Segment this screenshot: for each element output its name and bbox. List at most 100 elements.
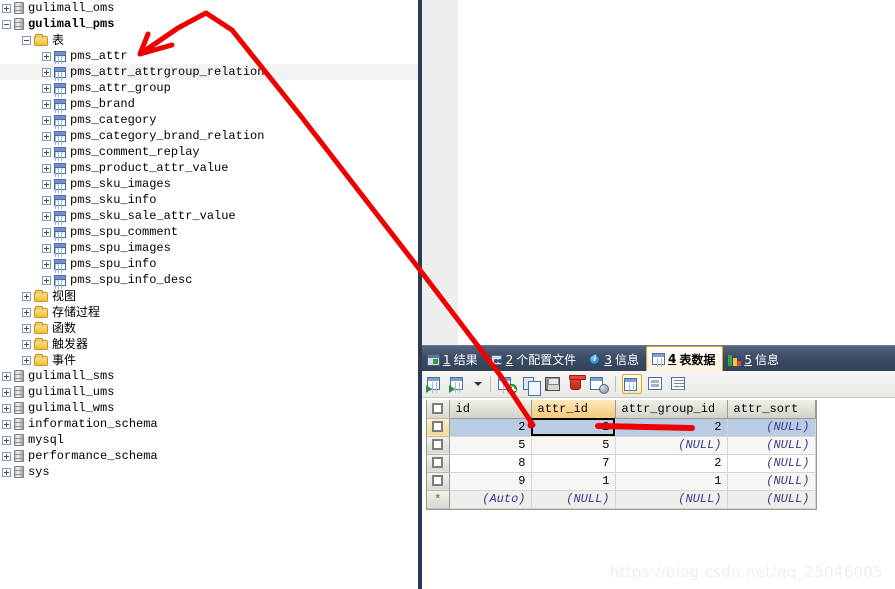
expand-icon[interactable] [2,403,11,413]
expand-icon[interactable] [42,259,51,269]
expand-icon[interactable] [22,323,31,333]
apply-changes-button[interactable] [426,374,446,394]
tree-node[interactable]: pms_spu_comment [0,224,418,240]
result-tab-5[interactable]: 5 信息 [723,348,786,371]
row-selector[interactable] [427,454,450,473]
discard-changes-button[interactable] [589,374,609,394]
table-row[interactable]: * (Auto) (NULL) (NULL) (NULL) [427,490,816,509]
column-header-attr_id[interactable]: attr_id [531,400,616,419]
expand-icon[interactable] [2,451,11,461]
cell-attr_group_id[interactable]: (NULL) [615,436,728,455]
tree-node[interactable]: gulimall_sms [0,368,418,384]
expand-icon[interactable] [42,163,51,173]
cell-attr_sort[interactable]: (NULL) [727,472,816,491]
form-view-button[interactable] [645,374,665,394]
tree-node[interactable]: gulimall_pms [0,16,418,32]
tree-node[interactable]: 函数 [0,320,418,336]
row-selector[interactable] [427,472,450,491]
tree-node[interactable]: 事件 [0,352,418,368]
tree-node[interactable]: 表 [0,32,418,48]
cell-id[interactable]: 5 [449,436,532,455]
save-record-button[interactable] [543,374,563,394]
tree-node[interactable]: pms_spu_info_desc [0,272,418,288]
cell-attr_id[interactable]: (NULL) [531,490,616,509]
tree-node[interactable]: pms_product_attr_value [0,160,418,176]
table-row[interactable]: 2 2 2 (NULL) [427,418,816,437]
cell-id[interactable]: 2 [449,418,532,437]
tree-node[interactable]: pms_sku_images [0,176,418,192]
tree-node[interactable]: pms_attr_group [0,80,418,96]
select-all-header[interactable] [427,400,450,419]
tree-node[interactable]: pms_spu_info [0,256,418,272]
database-object-tree[interactable]: gulimall_oms gulimall_pms 表 pms_attr pms_att… [0,0,418,589]
tree-node[interactable]: performance_schema [0,448,418,464]
cell-attr_sort[interactable]: (NULL) [727,418,816,437]
tree-node[interactable]: 视图 [0,288,418,304]
cell-attr_sort[interactable]: (NULL) [727,436,816,455]
cell-attr_group_id[interactable]: 1 [615,472,728,491]
select-all-checkbox[interactable] [432,403,444,415]
collapse-icon[interactable] [2,19,11,29]
insert-record-button[interactable] [497,374,517,394]
row-checkbox[interactable] [432,421,444,433]
duplicate-record-button[interactable] [520,374,541,396]
expand-icon[interactable] [2,3,11,13]
table-data-grid[interactable]: id attr_id attr_group_id attr_sort 2 2 2 (NULL… [426,400,817,510]
expand-icon[interactable] [42,131,51,141]
cell-attr_id[interactable]: 2 [531,418,616,437]
expand-icon[interactable] [2,435,11,445]
cell-id[interactable]: (Auto) [449,490,532,509]
tree-node[interactable]: pms_sku_info [0,192,418,208]
column-header-attr_sort[interactable]: attr_sort [727,400,816,419]
delete-record-button[interactable] [566,374,586,394]
result-tab-3[interactable]: 3信息 [583,348,646,371]
tree-node[interactable]: pms_spu_images [0,240,418,256]
tree-node[interactable]: gulimall_ums [0,384,418,400]
row-checkbox[interactable] [432,439,444,451]
table-row[interactable]: 8 7 2 (NULL) [427,454,816,473]
expand-icon[interactable] [42,115,51,125]
tree-node[interactable]: 触发器 [0,336,418,352]
cell-attr_id[interactable]: 5 [531,436,616,455]
cell-attr_sort[interactable]: (NULL) [727,454,816,473]
expand-icon[interactable] [42,51,51,61]
expand-icon[interactable] [2,419,11,429]
tree-node[interactable]: pms_attr_attrgroup_relation [0,64,418,80]
new-row-marker[interactable]: * [427,490,450,509]
cell-attr_group_id[interactable]: 2 [615,418,728,437]
tree-node[interactable]: gulimall_wms [0,400,418,416]
tree-node[interactable]: pms_sku_sale_attr_value [0,208,418,224]
expand-icon[interactable] [42,147,51,157]
expand-icon[interactable] [22,307,31,317]
tree-node[interactable]: pms_brand [0,96,418,112]
cell-id[interactable]: 8 [449,454,532,473]
expand-icon[interactable] [22,355,31,365]
tree-node[interactable]: mysql [0,432,418,448]
table-row[interactable]: 9 1 1 (NULL) [427,472,816,491]
tree-node[interactable]: gulimall_oms [0,0,418,16]
row-checkbox[interactable] [432,457,444,469]
expand-icon[interactable] [42,211,51,221]
text-view-button[interactable] [668,374,688,394]
expand-icon[interactable] [42,179,51,189]
cell-attr_sort[interactable]: (NULL) [727,490,816,509]
expand-icon[interactable] [42,243,51,253]
result-tab-bar[interactable]: 1结果2个配置文件3信息4表数据5信息 [422,345,895,371]
tree-node[interactable]: pms_category_brand_relation [0,128,418,144]
expand-icon[interactable] [42,99,51,109]
grid-view-button[interactable] [622,374,642,394]
table-row[interactable]: 5 5 (NULL) (NULL) [427,436,816,455]
expand-icon[interactable] [42,67,51,77]
collapse-icon[interactable] [22,35,31,45]
expand-icon[interactable] [2,387,11,397]
result-tab-2[interactable]: 2 个配置文件 [485,348,584,371]
column-header-attr_group_id[interactable]: attr_group_id [615,400,728,419]
column-header-id[interactable]: id [449,400,532,419]
cell-attr_group_id[interactable]: (NULL) [615,490,728,509]
result-tab-4[interactable]: 4 表数据 [645,346,724,371]
cell-id[interactable]: 9 [449,472,532,491]
expand-icon[interactable] [2,467,11,477]
result-tab-1[interactable]: 1 结果 [422,348,485,371]
row-checkbox[interactable] [432,475,444,487]
grid-toolbar[interactable] [422,371,895,398]
